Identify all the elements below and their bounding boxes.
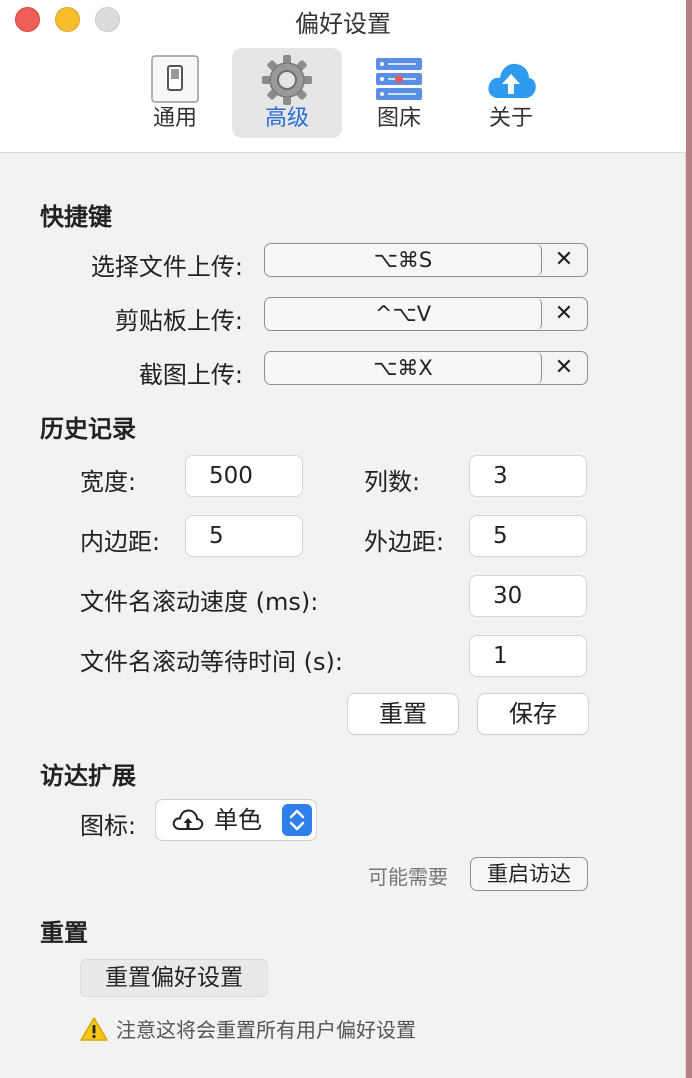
scroll-wait-label: 文件名滚动等待时间 (s): — [80, 648, 343, 676]
reset-preferences-button[interactable]: 重置偏好设置 — [80, 959, 268, 997]
gear-icon — [262, 55, 312, 105]
server-icon — [376, 58, 422, 100]
restart-hint-text: 可能需要 — [368, 865, 448, 889]
shortcut-keys[interactable]: ^⌥V — [265, 298, 542, 330]
reset-section-title: 重置 — [40, 919, 88, 947]
switch-icon — [151, 55, 199, 103]
scroll-speed-input[interactable]: 30 — [470, 576, 586, 616]
padding-input[interactable]: 5 — [186, 516, 302, 556]
cloud-upload-outline-icon — [172, 809, 204, 830]
cloud-upload-icon — [488, 63, 536, 98]
scroll-wait-input[interactable]: 1 — [470, 636, 586, 676]
width-input[interactable]: 500 — [186, 456, 302, 496]
reset-warning-text: 注意这将会重置所有用户偏好设置 — [116, 1018, 416, 1042]
clear-shortcut-button[interactable]: ✕ — [541, 298, 587, 330]
shortcut-keys[interactable]: ⌥⌘X — [265, 352, 542, 384]
tab-image-host-label: 图床 — [376, 106, 421, 131]
shortcuts-section-title: 快捷键 — [40, 203, 112, 231]
window-title: 偏好设置 — [295, 10, 391, 38]
reset-warning: 注意这将会重置所有用户偏好设置 — [80, 1014, 416, 1043]
columns-input[interactable]: 3 — [470, 456, 586, 496]
finder-icon-select[interactable]: 单色 — [156, 800, 316, 840]
history-reset-button[interactable]: 重置 — [348, 694, 458, 734]
shortcut-screenshot-recorder[interactable]: ⌥⌘X ✕ — [264, 351, 588, 385]
tab-image-host[interactable]: 图床 — [344, 48, 454, 138]
tab-about[interactable]: 关于 — [456, 48, 566, 138]
preferences-window: 偏好设置 通用 高级 图床 关于 快捷键 选择文件上传: ⌥⌘S ✕ 剪贴板上传… — [0, 0, 686, 1078]
shortcut-keys[interactable]: ⌥⌘S — [265, 244, 542, 276]
finder-icon-selected: 单色 — [214, 806, 262, 834]
clear-shortcut-button[interactable]: ✕ — [541, 352, 587, 384]
width-label: 宽度: — [80, 468, 137, 496]
tab-advanced-label: 高级 — [264, 106, 309, 131]
finder-section-title: 访达扩展 — [40, 762, 136, 790]
padding-label: 内边距: — [80, 528, 161, 556]
finder-icon-label: 图标: — [80, 812, 137, 840]
chevron-up-down-icon — [282, 804, 312, 836]
history-save-button[interactable]: 保存 — [478, 694, 588, 734]
shortcut-select-file-recorder[interactable]: ⌥⌘S ✕ — [264, 243, 588, 277]
shortcut-clipboard-recorder[interactable]: ^⌥V ✕ — [264, 297, 588, 331]
scroll-speed-label: 文件名滚动速度 (ms): — [80, 588, 319, 616]
tab-general-label: 通用 — [152, 106, 197, 131]
columns-label: 列数: — [364, 468, 421, 496]
shortcut-clipboard-label: 剪贴板上传: — [114, 307, 243, 335]
title-bar: 偏好设置 通用 高级 图床 关于 — [0, 0, 686, 153]
tab-about-label: 关于 — [488, 106, 533, 131]
margin-input[interactable]: 5 — [470, 516, 586, 556]
tab-advanced[interactable]: 高级 — [232, 48, 342, 138]
shortcut-select-file-label: 选择文件上传: — [90, 253, 243, 281]
clear-shortcut-button[interactable]: ✕ — [541, 244, 587, 276]
margin-label: 外边距: — [364, 528, 445, 556]
warning-icon — [80, 1017, 108, 1041]
tab-general[interactable]: 通用 — [120, 48, 230, 138]
history-section-title: 历史记录 — [40, 415, 136, 443]
shortcut-screenshot-label: 截图上传: — [138, 361, 243, 389]
restart-finder-button[interactable]: 重启访达 — [470, 857, 588, 891]
